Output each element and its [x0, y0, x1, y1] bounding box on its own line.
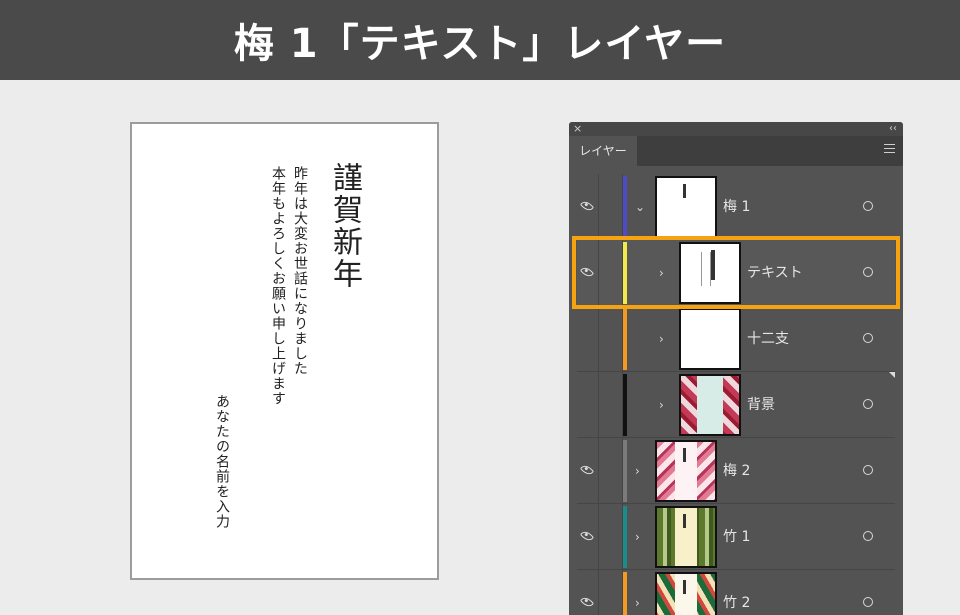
visibility-toggle[interactable] — [577, 174, 599, 240]
layer-thumbnail — [679, 242, 741, 304]
card-greeting: 謹賀新年 — [327, 162, 362, 290]
layer-color-bar — [623, 242, 627, 304]
layer-name[interactable]: 竹 1 — [723, 504, 750, 570]
target-circle-icon[interactable] — [863, 267, 873, 277]
layer-thumbnail — [655, 572, 717, 615]
layer-row-take1[interactable]: › 竹 1 — [577, 504, 895, 570]
target-circle-icon[interactable] — [863, 597, 873, 607]
banner-title: 梅 1「テキスト」レイヤー — [233, 21, 727, 67]
layer-row-background[interactable]: › 背景 — [577, 372, 895, 438]
layer-row-ume1[interactable]: ⌄ 梅 1 — [577, 174, 895, 240]
layer-color-bar — [623, 374, 627, 436]
layer-thumbnail — [655, 506, 717, 568]
layer-row-ume2[interactable]: › 梅 2 — [577, 438, 895, 504]
header-banner: 梅 1「テキスト」レイヤー — [0, 0, 960, 80]
chevron-right-icon[interactable]: › — [659, 306, 664, 372]
lock-toggle[interactable] — [599, 240, 623, 306]
layer-row-zodiac[interactable]: › 十二支 — [577, 306, 895, 372]
collapse-icon[interactable]: ‹‹ — [889, 122, 897, 136]
panel-topbar: × ‹‹ — [569, 122, 903, 136]
card-message-line2: 本年もよろしくお願い申し上げます — [270, 166, 286, 406]
eye-icon — [579, 594, 595, 610]
target-circle-icon[interactable] — [863, 399, 873, 409]
text-ink-mark — [683, 184, 686, 198]
card-message-line1: 昨年は大変お世話になりました — [292, 166, 308, 376]
layer-color-bar — [623, 506, 627, 568]
layer-color-bar — [623, 572, 627, 615]
layer-row-text[interactable]: › テキスト — [577, 240, 895, 306]
target-circle-icon[interactable] — [863, 465, 873, 475]
selection-corner-icon — [889, 372, 895, 378]
layer-thumbnail — [679, 374, 741, 436]
visibility-toggle[interactable] — [577, 306, 599, 372]
card-sender-name: あなたの名前を入力 — [214, 394, 230, 529]
chevron-right-icon[interactable]: › — [659, 372, 664, 438]
visibility-toggle[interactable] — [577, 570, 599, 615]
eye-icon — [579, 528, 595, 544]
eye-icon — [579, 198, 595, 214]
lock-toggle[interactable] — [599, 438, 623, 504]
layer-name[interactable]: 十二支 — [747, 306, 789, 372]
visibility-toggle[interactable] — [577, 438, 599, 504]
chevron-right-icon[interactable]: › — [659, 240, 664, 306]
visibility-toggle[interactable] — [577, 504, 599, 570]
chevron-down-icon[interactable]: ⌄ — [635, 174, 645, 240]
layer-color-bar — [623, 176, 627, 238]
layers-panel: × ‹‹ レイヤー ⌄ 梅 1 › テキスト › 十二支 › 背景 › 梅 2 … — [569, 122, 903, 615]
layer-row-take2[interactable]: › 竹 2 — [577, 570, 895, 615]
lock-toggle[interactable] — [599, 372, 623, 438]
visibility-toggle[interactable] — [577, 240, 599, 306]
panel-menu-icon[interactable] — [884, 144, 895, 153]
lock-toggle[interactable] — [599, 570, 623, 615]
layer-name[interactable]: 梅 2 — [723, 438, 750, 504]
target-circle-icon[interactable] — [863, 531, 873, 541]
layer-name[interactable]: 梅 1 — [723, 174, 750, 240]
eye-icon — [579, 462, 595, 478]
target-circle-icon[interactable] — [863, 201, 873, 211]
layer-thumbnail — [655, 176, 717, 238]
layer-color-bar — [623, 440, 627, 502]
close-icon[interactable]: × — [573, 122, 582, 136]
layer-thumbnail — [679, 308, 741, 370]
layer-thumbnail — [655, 440, 717, 502]
layer-color-bar — [623, 308, 627, 370]
layer-name[interactable]: テキスト — [747, 240, 803, 306]
layer-list: ⌄ 梅 1 › テキスト › 十二支 › 背景 › 梅 2 › 竹 1 › 竹 … — [577, 174, 895, 615]
chevron-right-icon[interactable]: › — [635, 570, 640, 615]
eye-icon — [579, 264, 595, 280]
chevron-right-icon[interactable]: › — [635, 504, 640, 570]
lock-toggle[interactable] — [599, 174, 623, 240]
layer-name[interactable]: 背景 — [747, 372, 775, 438]
layer-name[interactable]: 竹 2 — [723, 570, 750, 615]
lock-toggle[interactable] — [599, 504, 623, 570]
visibility-toggle[interactable] — [577, 372, 599, 438]
target-circle-icon[interactable] — [863, 333, 873, 343]
lock-toggle[interactable] — [599, 306, 623, 372]
chevron-right-icon[interactable]: › — [635, 438, 640, 504]
panel-tabbar: レイヤー — [569, 136, 903, 166]
tab-layers[interactable]: レイヤー — [569, 136, 637, 166]
new-year-card-preview: 謹賀新年 昨年は大変お世話になりました 本年もよろしくお願い申し上げます あなた… — [130, 122, 439, 580]
